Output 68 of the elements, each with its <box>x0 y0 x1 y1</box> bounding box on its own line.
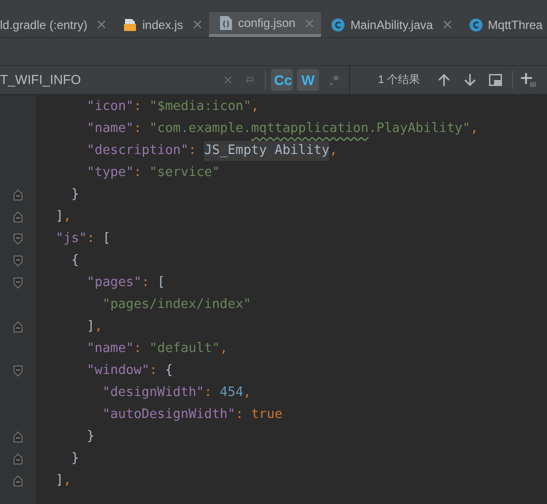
class-icon <box>468 18 483 32</box>
code-token: : <box>134 98 143 116</box>
class-icon <box>331 18 346 32</box>
code-token: "default" <box>149 340 220 358</box>
code-token: JS_Empty Ability <box>204 141 330 161</box>
code-token: , <box>329 142 338 160</box>
code-token: } <box>71 450 80 468</box>
code-token: "com.example. <box>149 120 252 138</box>
code-token: "$media:icon" <box>149 98 252 116</box>
code-token: mqttapplication <box>251 120 369 138</box>
editor-tab[interactable]: MainAbility.java <box>321 12 459 37</box>
arrow-down-icon[interactable] <box>464 73 476 87</box>
code-token: , <box>251 98 259 116</box>
code-token: } <box>71 186 80 204</box>
code-token: [ <box>102 230 110 248</box>
code-token: : <box>134 120 143 138</box>
code-token: "pages/index/index" <box>102 296 252 314</box>
code-token: "designWidth" <box>102 384 204 402</box>
code-token: : <box>204 384 213 402</box>
search-input[interactable]: T_WIFI_INFO <box>0 70 218 90</box>
code-token: : <box>86 230 96 248</box>
code-token: { <box>71 252 80 270</box>
close-icon[interactable] <box>442 20 452 29</box>
code-token: : <box>134 164 143 182</box>
code-token: [ <box>157 274 166 292</box>
code-token: : <box>188 142 198 160</box>
code-token: 454 <box>220 384 244 402</box>
close-icon[interactable] <box>193 20 202 29</box>
code-token: "name" <box>86 120 134 138</box>
code-token: { <box>165 362 173 380</box>
code-token: : <box>235 406 244 424</box>
editor-tab[interactable]: config.json <box>209 12 322 37</box>
code-token: : <box>149 362 158 380</box>
code-token: "type" <box>86 164 134 182</box>
code-token: "service" <box>149 164 220 182</box>
code-token: ] <box>86 318 95 336</box>
code-token: ] <box>56 472 64 490</box>
search-option-toggle[interactable]: W <box>297 69 319 91</box>
result-count: 1 个结果 <box>378 72 420 88</box>
code-token: , <box>63 472 72 490</box>
code-token: "name" <box>86 340 134 358</box>
code-token: , <box>470 120 478 138</box>
code-token: "window" <box>86 362 150 380</box>
editor-tab[interactable]: MqttThrea <box>458 12 547 37</box>
code-token: , <box>63 208 72 226</box>
code-token: .PlayAbility" <box>368 120 470 138</box>
code-token: , <box>94 318 102 336</box>
close-icon[interactable] <box>97 20 106 29</box>
code-token: "pages" <box>86 274 142 292</box>
json-file-icon <box>219 15 234 31</box>
code-token: , <box>243 384 252 402</box>
editor-tab[interactable]: ld.gradle (:entry) <box>0 12 114 37</box>
code-token: : <box>134 340 143 358</box>
editor-tab[interactable]: index.js <box>113 12 210 37</box>
code-token: : <box>142 274 150 292</box>
window-icon[interactable] <box>489 74 502 86</box>
code-token: ] <box>56 208 64 226</box>
add-filter-icon[interactable] <box>520 72 536 88</box>
js-file-icon <box>123 18 138 32</box>
code-token: "js" <box>56 230 87 248</box>
code-token: "autoDesignWidth" <box>102 406 236 424</box>
arrow-up-icon[interactable] <box>438 73 450 87</box>
search-option-toggle[interactable]: Cc <box>271 69 293 91</box>
code-token: "description" <box>86 142 189 160</box>
code-token: , <box>220 340 228 358</box>
code-token: "icon" <box>86 98 134 116</box>
code-token: true <box>251 406 282 424</box>
code-token: } <box>86 428 95 446</box>
